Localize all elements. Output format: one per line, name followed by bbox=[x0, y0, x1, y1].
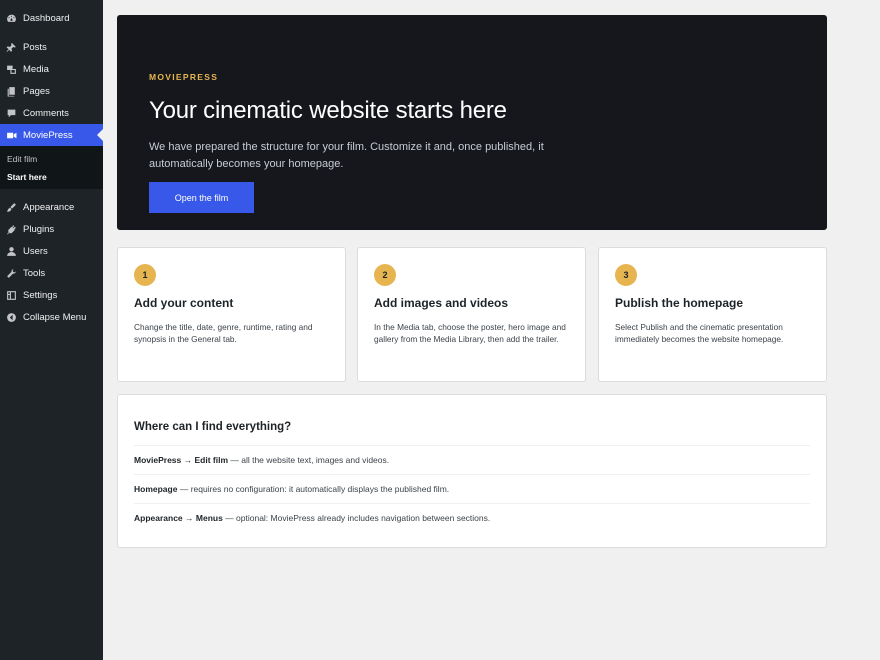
dashboard-icon bbox=[4, 11, 18, 25]
plug-icon bbox=[4, 222, 18, 236]
step-card-2: 2 Add images and videos In the Media tab… bbox=[357, 247, 586, 382]
hero-eyebrow: MOVIEPRESS bbox=[149, 72, 219, 82]
user-icon bbox=[4, 244, 18, 258]
pages-icon bbox=[4, 84, 18, 98]
sidebar-item-media[interactable]: Media bbox=[0, 58, 103, 80]
sidebar-item-tools[interactable]: Tools bbox=[0, 262, 103, 284]
where-row-label: Appearance → Menus bbox=[134, 513, 223, 523]
step-title: Publish the homepage bbox=[615, 296, 744, 310]
step-text: In the Media tab, choose the poster, her… bbox=[374, 322, 566, 345]
sidebar-item-settings[interactable]: Settings bbox=[0, 284, 103, 306]
comment-icon bbox=[4, 106, 18, 120]
step-title: Add your content bbox=[134, 296, 234, 310]
open-film-button[interactable]: Open the film bbox=[149, 182, 254, 213]
sidebar-item-label: Settings bbox=[23, 289, 58, 301]
sidebar-item-appearance[interactable]: Appearance bbox=[0, 196, 103, 218]
pin-icon bbox=[4, 40, 18, 54]
step-number: 2 bbox=[374, 264, 396, 286]
where-row-text: — optional: MoviePress already includes … bbox=[222, 513, 491, 523]
video-icon bbox=[4, 128, 18, 142]
settings-icon bbox=[4, 288, 18, 302]
admin-sidebar: Dashboard Posts Media Pages Comments Mov… bbox=[0, 0, 103, 660]
where-row-label: Homepage bbox=[134, 484, 178, 494]
step-card-3: 3 Publish the homepage Select Publish an… bbox=[598, 247, 827, 382]
sidebar-item-dashboard[interactable]: Dashboard bbox=[0, 7, 103, 29]
moviepress-submenu: Edit film Start here bbox=[0, 146, 103, 189]
step-number: 1 bbox=[134, 264, 156, 286]
where-row: Homepage — requires no configuration: it… bbox=[134, 474, 810, 503]
where-row-text: — all the website text, images and video… bbox=[228, 455, 390, 465]
sidebar-item-label: Plugins bbox=[23, 223, 55, 235]
hero-banner: MOVIEPRESS Your cinematic website starts… bbox=[117, 15, 827, 230]
sidebar-item-label: Posts bbox=[23, 41, 47, 53]
sidebar-item-label: Collapse Menu bbox=[23, 311, 87, 323]
step-text: Change the title, date, genre, runtime, … bbox=[134, 322, 313, 345]
sidebar-item-label: Comments bbox=[23, 107, 69, 119]
sidebar-item-users[interactable]: Users bbox=[0, 240, 103, 262]
step-title: Add images and videos bbox=[374, 296, 509, 310]
where-panel: Where can I find everything? MoviePress … bbox=[117, 394, 827, 548]
sidebar-item-label: MoviePress bbox=[23, 129, 73, 141]
where-row-label: MoviePress → Edit film bbox=[134, 455, 228, 465]
sidebar-item-collapse[interactable]: Collapse Menu bbox=[0, 306, 103, 328]
sidebar-item-plugins[interactable]: Plugins bbox=[0, 218, 103, 240]
step-text: Select Publish and the cinematic present… bbox=[615, 322, 784, 345]
sidebar-item-label: Pages bbox=[23, 85, 50, 97]
sidebar-item-pages[interactable]: Pages bbox=[0, 80, 103, 102]
step-number: 3 bbox=[615, 264, 637, 286]
brush-icon bbox=[4, 200, 18, 214]
where-title: Where can I find everything? bbox=[134, 421, 292, 433]
hero-title: Your cinematic website starts here bbox=[149, 97, 507, 124]
step-card-1: 1 Add your content Change the title, dat… bbox=[117, 247, 346, 382]
submenu-edit-film[interactable]: Edit film bbox=[0, 150, 103, 168]
where-row: Appearance → Menus — optional: MoviePres… bbox=[134, 503, 810, 532]
submenu-start-here[interactable]: Start here bbox=[0, 168, 103, 186]
wrench-icon bbox=[4, 266, 18, 280]
sidebar-item-label: Media bbox=[23, 63, 49, 75]
sidebar-item-moviepress[interactable]: MoviePress bbox=[0, 124, 103, 146]
sidebar-item-posts[interactable]: Posts bbox=[0, 36, 103, 58]
sidebar-item-comments[interactable]: Comments bbox=[0, 102, 103, 124]
sidebar-item-label: Tools bbox=[23, 267, 46, 279]
collapse-icon bbox=[4, 310, 18, 324]
where-row-text: — requires no configuration: it automati… bbox=[177, 484, 450, 494]
media-icon bbox=[4, 62, 18, 76]
hero-description: We have prepared the structure for your … bbox=[149, 141, 544, 170]
sidebar-item-label: Dashboard bbox=[23, 12, 70, 24]
where-row: MoviePress → Edit film — all the website… bbox=[134, 445, 810, 474]
sidebar-item-label: Users bbox=[23, 245, 48, 257]
sidebar-item-label: Appearance bbox=[23, 201, 75, 213]
